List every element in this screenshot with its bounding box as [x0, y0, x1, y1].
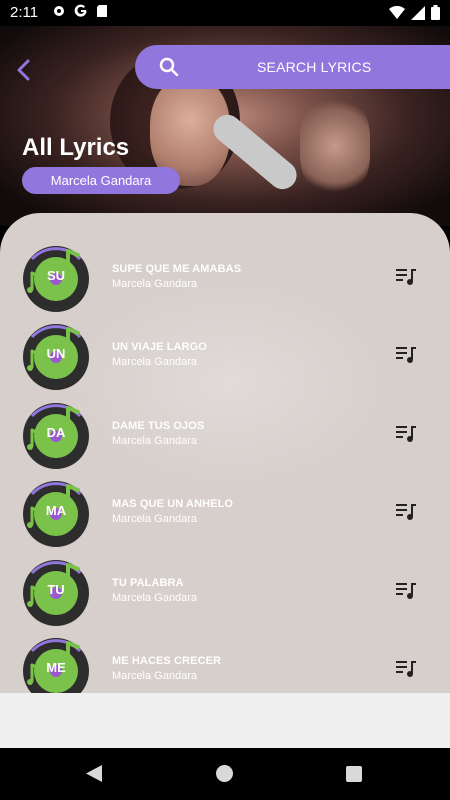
song-artist: Marcela Gandara	[112, 592, 197, 604]
song-initials: UN	[46, 346, 66, 361]
song-title: SUPE QUE ME AMABAS	[112, 263, 242, 275]
song-row[interactable]: TU TU PALABRA Marcela Gandara	[0, 559, 450, 637]
status-icons-right	[389, 5, 440, 20]
gear-icon	[54, 6, 64, 16]
battery-icon	[431, 5, 440, 20]
back-arrow-icon[interactable]	[12, 58, 36, 82]
artist-chip[interactable]: Marcela Gandara	[22, 167, 180, 194]
song-initials: DA	[46, 425, 66, 440]
wifi-icon	[389, 5, 405, 19]
song-artist: Marcela Gandara	[112, 356, 197, 368]
sd-card-icon	[97, 5, 107, 17]
google-icon	[74, 4, 87, 17]
playlist-icon[interactable]	[396, 503, 416, 521]
playlist-icon[interactable]	[396, 660, 416, 678]
playlist-icon[interactable]	[396, 582, 416, 600]
playlist-icon[interactable]	[396, 346, 416, 364]
song-title: TU PALABRA	[112, 577, 184, 589]
search-lyrics-button[interactable]: SEARCH LYRICS	[135, 45, 450, 89]
song-initials: TU	[47, 582, 65, 597]
status-time: 2:11	[10, 4, 39, 21]
song-row[interactable]: MA MAS QUE UN ANHELO Marcela Gandara	[0, 480, 450, 558]
nav-back-icon[interactable]	[86, 765, 102, 782]
nav-recents-icon[interactable]	[346, 766, 362, 782]
song-artist: Marcela Gandara	[112, 278, 197, 290]
song-row[interactable]: SU SUPE QUE ME AMABAS Marcela Gandara	[0, 245, 450, 323]
song-title: DAME TUS OJOS	[112, 420, 205, 432]
signal-icon	[411, 5, 425, 20]
playlist-icon[interactable]	[396, 425, 416, 443]
search-label: SEARCH LYRICS	[257, 59, 372, 75]
song-title: ME HACES CRECER	[112, 655, 222, 667]
status-icons-left	[52, 4, 108, 18]
nav-home-icon[interactable]	[216, 765, 233, 782]
song-artist: Marcela Gandara	[112, 435, 197, 447]
playlist-icon[interactable]	[396, 268, 416, 286]
song-title: MAS QUE UN ANHELO	[112, 498, 234, 510]
song-initials: SU	[46, 268, 66, 283]
system-nav-bar	[0, 748, 450, 800]
status-bar: 2:11	[0, 0, 450, 26]
song-artist: Marcela Gandara	[112, 670, 197, 682]
search-icon	[159, 57, 179, 77]
song-row[interactable]: DA DAME TUS OJOS Marcela Gandara	[0, 402, 450, 480]
song-initials: ME	[46, 660, 66, 675]
song-initials: MA	[45, 503, 67, 518]
song-artist: Marcela Gandara	[112, 513, 197, 525]
bottom-area	[0, 693, 450, 748]
song-row[interactable]: UN UN VIAJE LARGO Marcela Gandara	[0, 323, 450, 401]
page-title: All Lyrics	[22, 134, 130, 161]
song-title: UN VIAJE LARGO	[112, 341, 207, 353]
